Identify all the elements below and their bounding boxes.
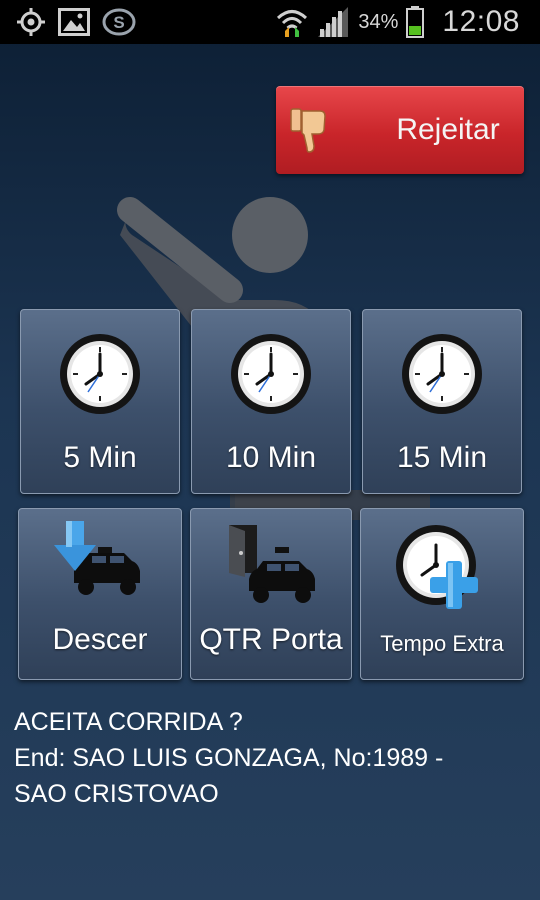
status-bar: S 34% 12:08 xyxy=(0,0,540,44)
tile-icon-wrap xyxy=(363,332,521,416)
gallery-icon xyxy=(58,8,90,36)
tile-icon-wrap xyxy=(361,523,523,613)
tempo-extra-button[interactable]: Tempo Extra xyxy=(360,508,524,680)
status-bar-right: 34% 12:08 xyxy=(276,5,540,39)
reject-label: Rejeitar xyxy=(396,113,500,146)
clock-icon xyxy=(231,334,311,414)
gps-icon xyxy=(17,8,45,36)
clock-icon xyxy=(60,334,140,414)
status-clock: 12:08 xyxy=(442,5,520,38)
app-notification-icon: S xyxy=(102,8,136,36)
message-neighborhood: SAO CRISTOVAO xyxy=(14,780,219,808)
reject-button[interactable]: Rejeitar xyxy=(276,86,524,174)
descer-button[interactable]: Descer xyxy=(18,508,182,680)
tile-label: 10 Min xyxy=(225,441,317,474)
status-bar-left: S xyxy=(0,7,136,37)
tile-label: QTR Porta xyxy=(199,623,343,656)
tile-icon-wrap xyxy=(19,521,181,609)
thumbs-down-icon xyxy=(290,108,326,153)
tile-label: 15 Min xyxy=(396,441,488,474)
tile-icon-wrap xyxy=(191,521,351,609)
clock-icon xyxy=(402,334,482,414)
signal-icon xyxy=(318,7,349,37)
ride-request-message: ACEITA CORRIDA ? End: SAO LUIS GONZAGA, … xyxy=(14,704,534,812)
wait-5-min-button[interactable]: 5 Min xyxy=(20,309,180,494)
tile-label: 5 Min xyxy=(63,441,137,474)
qtr-porta-button[interactable]: QTR Porta xyxy=(190,508,352,680)
clock-plus-icon xyxy=(396,525,478,609)
wait-15-min-button[interactable]: 15 Min xyxy=(362,309,522,494)
svg-text:S: S xyxy=(113,13,124,32)
tile-icon-wrap xyxy=(21,332,179,416)
tile-label: Descer xyxy=(52,623,148,656)
wait-10-min-button[interactable]: 10 Min xyxy=(191,309,351,494)
battery-percent: 34% xyxy=(358,10,399,33)
message-question: ACEITA CORRIDA ? xyxy=(14,708,243,736)
message-address: End: SAO LUIS GONZAGA, No:1989 - xyxy=(14,744,444,772)
battery-icon xyxy=(406,6,425,38)
tile-label: Tempo Extra xyxy=(380,631,504,656)
wifi-icon xyxy=(277,10,308,37)
tile-icon-wrap xyxy=(192,332,350,416)
taxi-arrow-down-icon xyxy=(54,521,140,595)
taxi-door-icon xyxy=(229,525,315,603)
